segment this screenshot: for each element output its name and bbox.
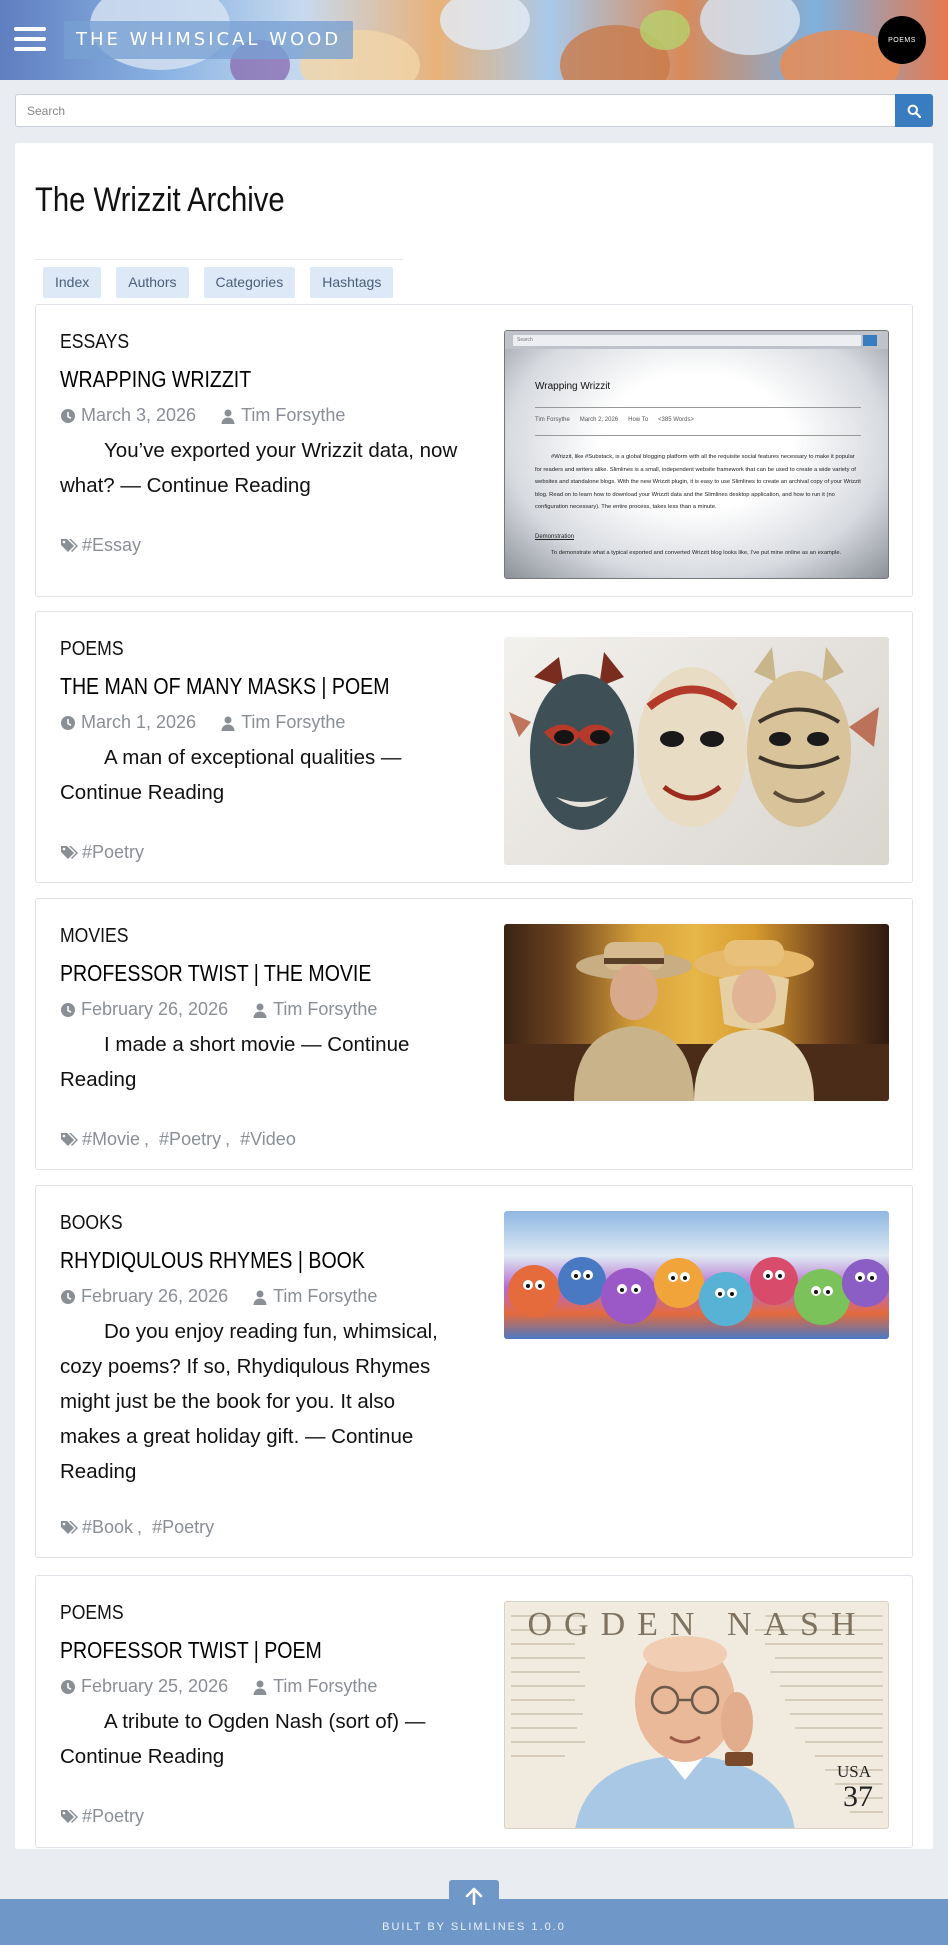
post-title[interactable]: THE MAN OF MANY MASKS | POEM [60, 673, 390, 700]
thumb-subhead: Demonstration [535, 534, 575, 540]
post-category[interactable]: MOVIES [60, 925, 128, 948]
post-card: POEMS THE MAN OF MANY MASKS | POEM March… [35, 611, 913, 883]
post-author[interactable]: Tim Forsythe [273, 1286, 377, 1307]
thumb-body: #Wrizzit, like #Substack, is a global bl… [535, 454, 861, 510]
hashtag-link[interactable]: #Movie [82, 1129, 140, 1150]
archive-panel: The Wrizzit Archive Index Authors Catego… [15, 143, 933, 1849]
user-icon [221, 716, 235, 731]
post-thumbnail[interactable] [504, 1211, 889, 1339]
post-category[interactable]: ESSAYS [60, 331, 129, 354]
post-meta: March 1, 2026 Tim Forsythe [60, 712, 345, 733]
thumb-title: Wrapping Wrizzit [535, 381, 611, 392]
post-tags: #Poetry [60, 1806, 144, 1827]
clock-icon [61, 1002, 75, 1017]
post-card: POEMS PROFESSOR TWIST | POEM February 25… [35, 1575, 913, 1848]
tags-icon [61, 845, 78, 859]
hashtag-link[interactable]: #Poetry [152, 1517, 214, 1538]
monsters-illustration [508, 1257, 889, 1326]
post-title[interactable]: PROFESSOR TWIST | THE MOVIE [60, 960, 371, 987]
couple-illustration [504, 940, 889, 1101]
post-date: February 26, 2026 [81, 1286, 229, 1306]
masks-illustration [509, 647, 879, 830]
user-icon [253, 1680, 267, 1695]
search-input[interactable] [15, 94, 895, 127]
user-icon [221, 409, 235, 424]
menu-icon[interactable] [14, 27, 46, 51]
post-excerpt[interactable]: A tribute to Ogden Nash (sort of) — Cont… [60, 1704, 460, 1774]
site-brand[interactable]: THE WHIMSICAL WOOD [64, 21, 354, 59]
post-thumbnail[interactable]: Search Wrapping Wrizzit Tim Forsythe Marc… [504, 330, 889, 579]
post-card: ESSAYS WRAPPING WRIZZIT March 3, 2026 Ti… [35, 304, 913, 597]
post-thumbnail[interactable] [504, 924, 889, 1101]
stamp-country: USA [837, 1762, 872, 1781]
post-date: February 25, 2026 [81, 1676, 229, 1696]
hashtag-link[interactable]: #Poetry [82, 842, 144, 863]
user-icon [253, 1003, 267, 1018]
post-excerpt[interactable]: You’ve exported your Wrizzit data, now w… [60, 433, 460, 503]
tab-categories[interactable]: Categories [203, 267, 296, 298]
tab-authors[interactable]: Authors [116, 267, 189, 298]
post-author[interactable]: Tim Forsythe [241, 405, 345, 426]
header-banner: THE WHIMSICAL WOOD POEMS [0, 0, 948, 80]
post-date: March 1, 2026 [81, 712, 197, 732]
tags-icon [61, 1520, 78, 1534]
post-meta: February 26, 2026 Tim Forsythe [60, 999, 377, 1020]
post-meta: March 3, 2026 Tim Forsythe [60, 405, 345, 426]
hashtag-link[interactable]: #Essay [82, 535, 141, 556]
tags-icon [61, 1809, 78, 1823]
thumb-meta: Tim Forsythe March 2, 2026 How To <385 Word… [535, 417, 694, 423]
footer-credit[interactable]: BUILT BY SLIMLINES 1.0.0 [0, 1921, 948, 1933]
thumb-body2: To demonstrate what a typical exported a… [551, 550, 842, 556]
clock-icon [61, 1289, 75, 1304]
post-tags: #Book, #Poetry [60, 1517, 214, 1538]
stamp-name: OGDEN NASH [527, 1606, 868, 1643]
hashtag-link[interactable]: #Book [82, 1517, 133, 1538]
page-title: The Wrizzit Archive [35, 181, 285, 219]
search-bar [15, 94, 933, 127]
archive-tabs: Index Authors Categories Hashtags [43, 267, 394, 298]
stamp-value: 37 [843, 1780, 873, 1813]
post-author[interactable]: Tim Forsythe [241, 712, 345, 733]
post-date: February 26, 2026 [81, 999, 229, 1019]
clock-icon [61, 715, 75, 730]
post-title[interactable]: WRAPPING WRIZZIT [60, 366, 251, 393]
user-icon [253, 1290, 267, 1305]
post-meta: February 26, 2026 Tim Forsythe [60, 1286, 377, 1307]
post-thumbnail[interactable] [504, 637, 889, 865]
post-thumbnail[interactable]: OGDEN NASH USA 37 [504, 1601, 889, 1829]
back-to-top-button[interactable] [449, 1880, 499, 1912]
hashtag-link[interactable]: #Poetry [159, 1129, 221, 1150]
thumb-search: Search [513, 335, 861, 346]
search-icon [907, 104, 921, 118]
tags-icon [61, 1132, 78, 1146]
clock-icon [61, 1679, 75, 1694]
post-category[interactable]: BOOKS [60, 1212, 123, 1235]
post-card: BOOKS RHYDIQULOUS RHYMES | BOOK February… [35, 1185, 913, 1558]
post-card: MOVIES PROFESSOR TWIST | THE MOVIE Febru… [35, 898, 913, 1170]
search-button[interactable] [895, 94, 933, 127]
arrow-up-icon [465, 1887, 483, 1905]
post-excerpt[interactable]: Do you enjoy reading fun, whimsical, coz… [60, 1314, 460, 1489]
post-title[interactable]: RHYDIQULOUS RHYMES | BOOK [60, 1247, 365, 1274]
post-category[interactable]: POEMS [60, 1602, 124, 1625]
poems-button[interactable]: POEMS [878, 16, 926, 64]
divider [35, 259, 403, 260]
post-author[interactable]: Tim Forsythe [273, 999, 377, 1020]
post-author[interactable]: Tim Forsythe [273, 1676, 377, 1697]
hashtag-link[interactable]: #Video [240, 1129, 296, 1150]
tab-hashtags[interactable]: Hashtags [310, 267, 394, 298]
tags-icon [61, 538, 78, 552]
post-category[interactable]: POEMS [60, 638, 124, 661]
post-tags: #Poetry [60, 842, 144, 863]
hashtag-link[interactable]: #Poetry [82, 1806, 144, 1827]
post-excerpt[interactable]: A man of exceptional qualities — Continu… [60, 740, 460, 810]
post-tags: #Essay [60, 535, 141, 556]
post-excerpt[interactable]: I made a short movie — Continue Reading [60, 1027, 460, 1097]
clock-icon [61, 408, 75, 423]
post-date: March 3, 2026 [81, 405, 197, 425]
tab-index[interactable]: Index [43, 267, 102, 298]
post-title[interactable]: PROFESSOR TWIST | POEM [60, 1637, 322, 1664]
post-meta: February 25, 2026 Tim Forsythe [60, 1676, 377, 1697]
post-tags: #Movie, #Poetry, #Video [60, 1129, 296, 1150]
